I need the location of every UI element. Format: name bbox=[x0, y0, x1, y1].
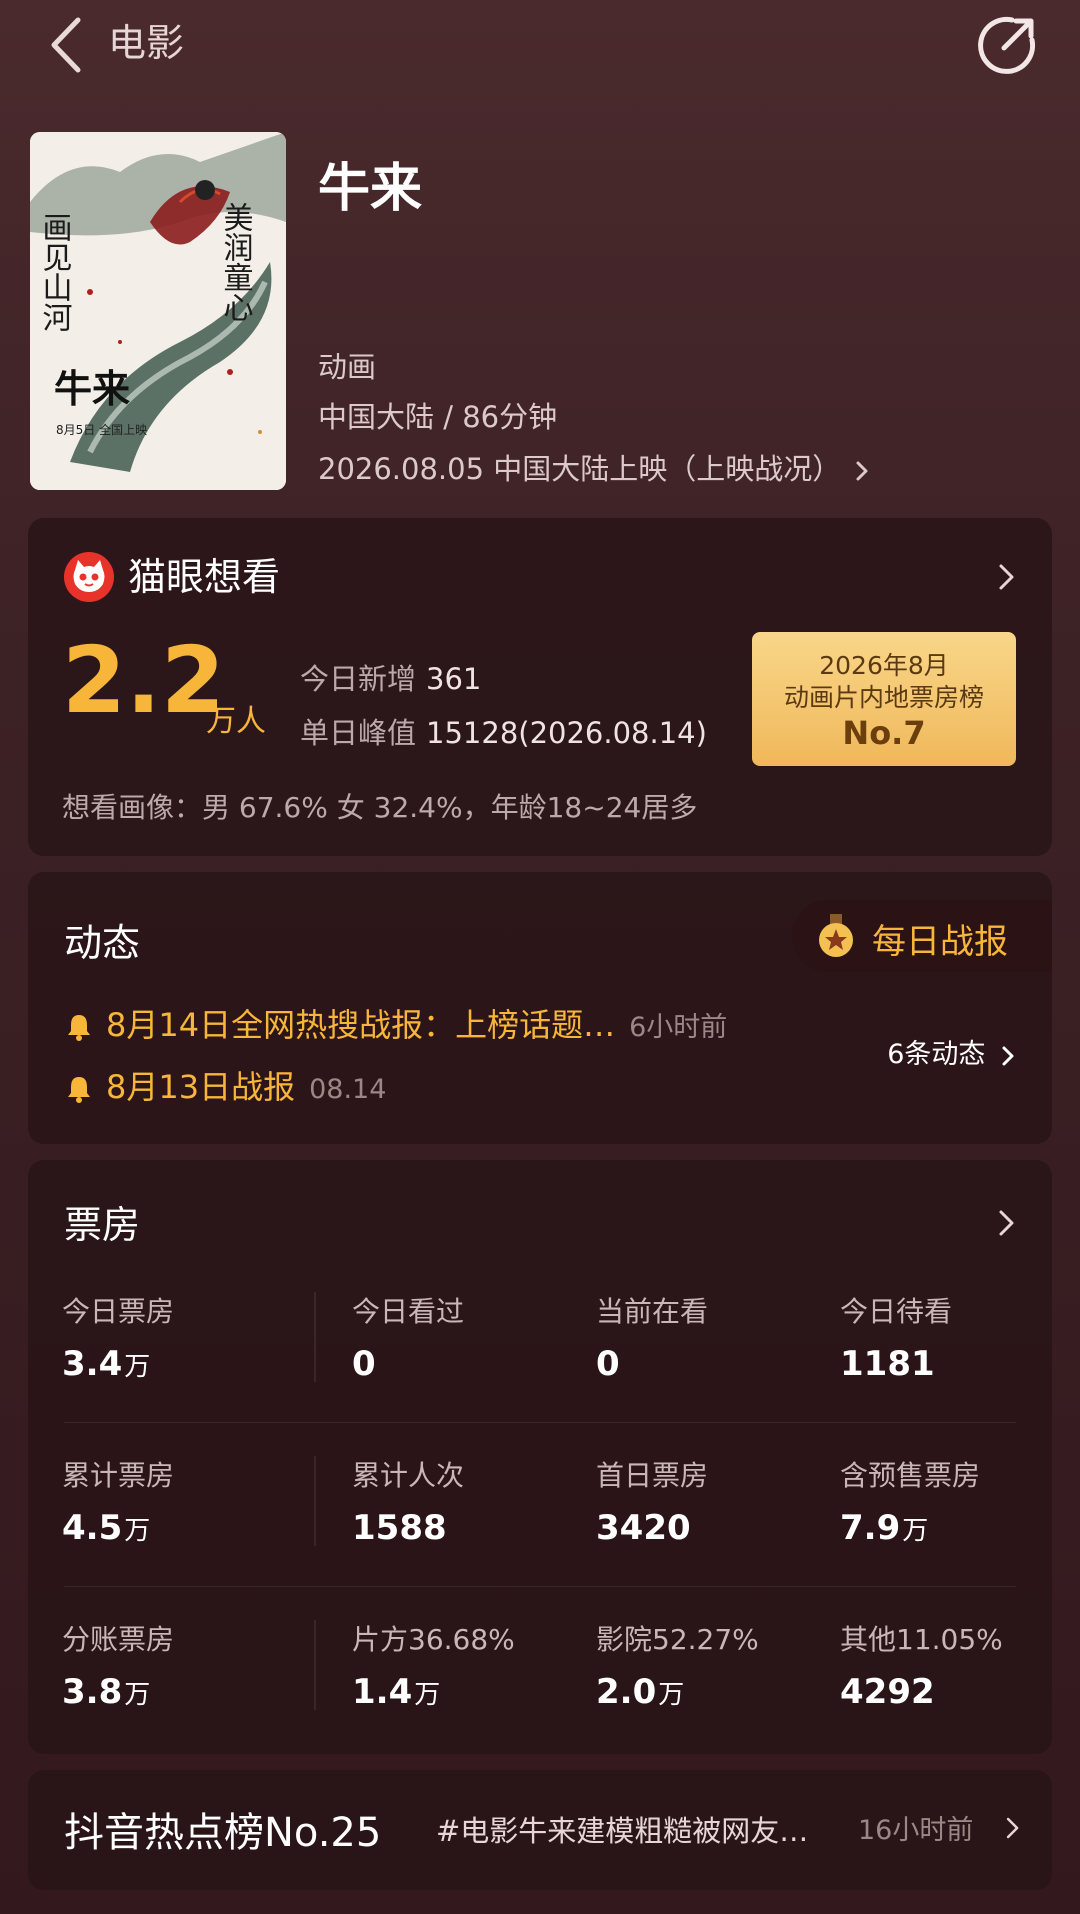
rank-badge[interactable]: 2026年8月 动画片内地票房榜 No.7 bbox=[752, 632, 1016, 766]
stat-producer-share: 片方36.68% 1.4万 bbox=[352, 1623, 515, 1712]
stat-total-admissions: 累计人次 1588 bbox=[352, 1459, 465, 1548]
row-divider bbox=[64, 1586, 1016, 1587]
stat-today-watched: 今日看过 0 bbox=[352, 1295, 465, 1384]
want-count: 2.2 bbox=[62, 627, 225, 734]
top-bar: 电影 bbox=[0, 0, 1080, 90]
column-divider bbox=[314, 1292, 316, 1382]
news-title: 动态 bbox=[64, 921, 141, 965]
movie-title: 牛来 bbox=[318, 159, 423, 219]
stat-today-box-office: 今日票房 3.4万 bbox=[62, 1295, 175, 1384]
want-unit: 万人 bbox=[206, 704, 266, 739]
back-icon[interactable] bbox=[48, 10, 108, 80]
stat-total-box-office: 累计票房 4.5万 bbox=[62, 1459, 175, 1548]
row-divider bbox=[64, 1422, 1016, 1423]
bell-icon bbox=[68, 1015, 90, 1041]
audience-profile: 想看画像：男 67.6% 女 32.4%，年龄18~24居多 bbox=[62, 791, 698, 824]
movie-detail-page: 电影 画见山河 美润童心 牛来 8月5日 全国上映 牛来 动画 中国大陆 / 8… bbox=[0, 0, 1080, 1914]
want-to-see-card[interactable]: 猫眼想看 2.2 万人 今日新增 361 单日峰值 15128(2026.08.14… bbox=[28, 518, 1052, 856]
daily-report-button[interactable]: 每日战报 bbox=[792, 900, 1052, 972]
news-item[interactable]: 8月13日战报 08.14 bbox=[64, 1062, 386, 1108]
news-card: 动态 每日战报 8月14日全网热搜战报：上榜话题… 6小时前 8月13日战报 08.… bbox=[28, 872, 1052, 1144]
stat-today-pending: 今日待看 1181 bbox=[840, 1295, 953, 1384]
douyin-rank-title: 抖音热点榜No.25 bbox=[64, 1810, 382, 1856]
poster-title: 牛来 bbox=[54, 366, 130, 411]
maoyan-cat-icon bbox=[64, 552, 114, 602]
movie-genre: 动画 bbox=[318, 350, 377, 384]
news-count-link[interactable]: 6条动态 bbox=[887, 1032, 1016, 1071]
column-divider bbox=[314, 1456, 316, 1546]
share-icon[interactable] bbox=[976, 14, 1038, 76]
stat-now-watching: 当前在看 0 bbox=[596, 1295, 709, 1384]
bell-icon bbox=[68, 1077, 90, 1103]
movie-poster[interactable]: 画见山河 美润童心 牛来 8月5日 全国上映 bbox=[30, 132, 286, 490]
release-info-link[interactable]: 2026.08.05 中国大陆上映（上映战况） bbox=[318, 446, 870, 488]
chevron-right-icon bbox=[856, 461, 868, 481]
medal-icon bbox=[814, 914, 858, 958]
column-divider bbox=[314, 1620, 316, 1710]
stat-other-share: 其他11.05% 4292 bbox=[840, 1623, 1003, 1712]
stat-split-box-office: 分账票房 3.8万 bbox=[62, 1623, 175, 1712]
want-title: 猫眼想看 bbox=[128, 555, 281, 599]
douyin-hot-card[interactable]: 抖音热点榜No.25 #电影牛来建模粗糙被网友… 16小时前 bbox=[28, 1770, 1052, 1890]
poster-left-text: 画见山河 bbox=[37, 212, 73, 332]
chevron-right-icon bbox=[996, 1206, 1018, 1240]
chevron-right-icon bbox=[996, 560, 1018, 594]
stat-cinema-share: 影院52.27% 2.0万 bbox=[596, 1623, 759, 1712]
today-new: 今日新增 361 bbox=[300, 662, 482, 696]
chevron-right-icon bbox=[1002, 1046, 1014, 1065]
stat-first-day: 首日票房 3420 bbox=[596, 1459, 709, 1548]
movie-region-duration: 中国大陆 / 86分钟 bbox=[318, 400, 558, 434]
news-item[interactable]: 8月14日全网热搜战报：上榜话题… 6小时前 bbox=[64, 1000, 727, 1046]
release-text: 2026.08.05 中国大陆上映（上映战况） bbox=[318, 452, 842, 486]
poster-date: 8月5日 全国上映 bbox=[56, 422, 147, 437]
daily-peak: 单日峰值 15128(2026.08.14) bbox=[300, 716, 707, 750]
page-title: 电影 bbox=[108, 21, 185, 65]
douyin-topic: #电影牛来建模粗糙被网友… bbox=[436, 1814, 809, 1848]
box-office-title: 票房 bbox=[64, 1203, 141, 1247]
box-office-card[interactable]: 票房 今日票房 3.4万 今日看过 0 当前在看 0 今日待看 1181 累计票… bbox=[28, 1160, 1052, 1754]
poster-right-text: 美润童心 bbox=[218, 202, 253, 322]
chevron-right-icon bbox=[1004, 1814, 1022, 1842]
stat-with-presale: 含预售票房 7.9万 bbox=[840, 1459, 981, 1548]
douyin-time: 16小时前 bbox=[858, 1815, 974, 1846]
